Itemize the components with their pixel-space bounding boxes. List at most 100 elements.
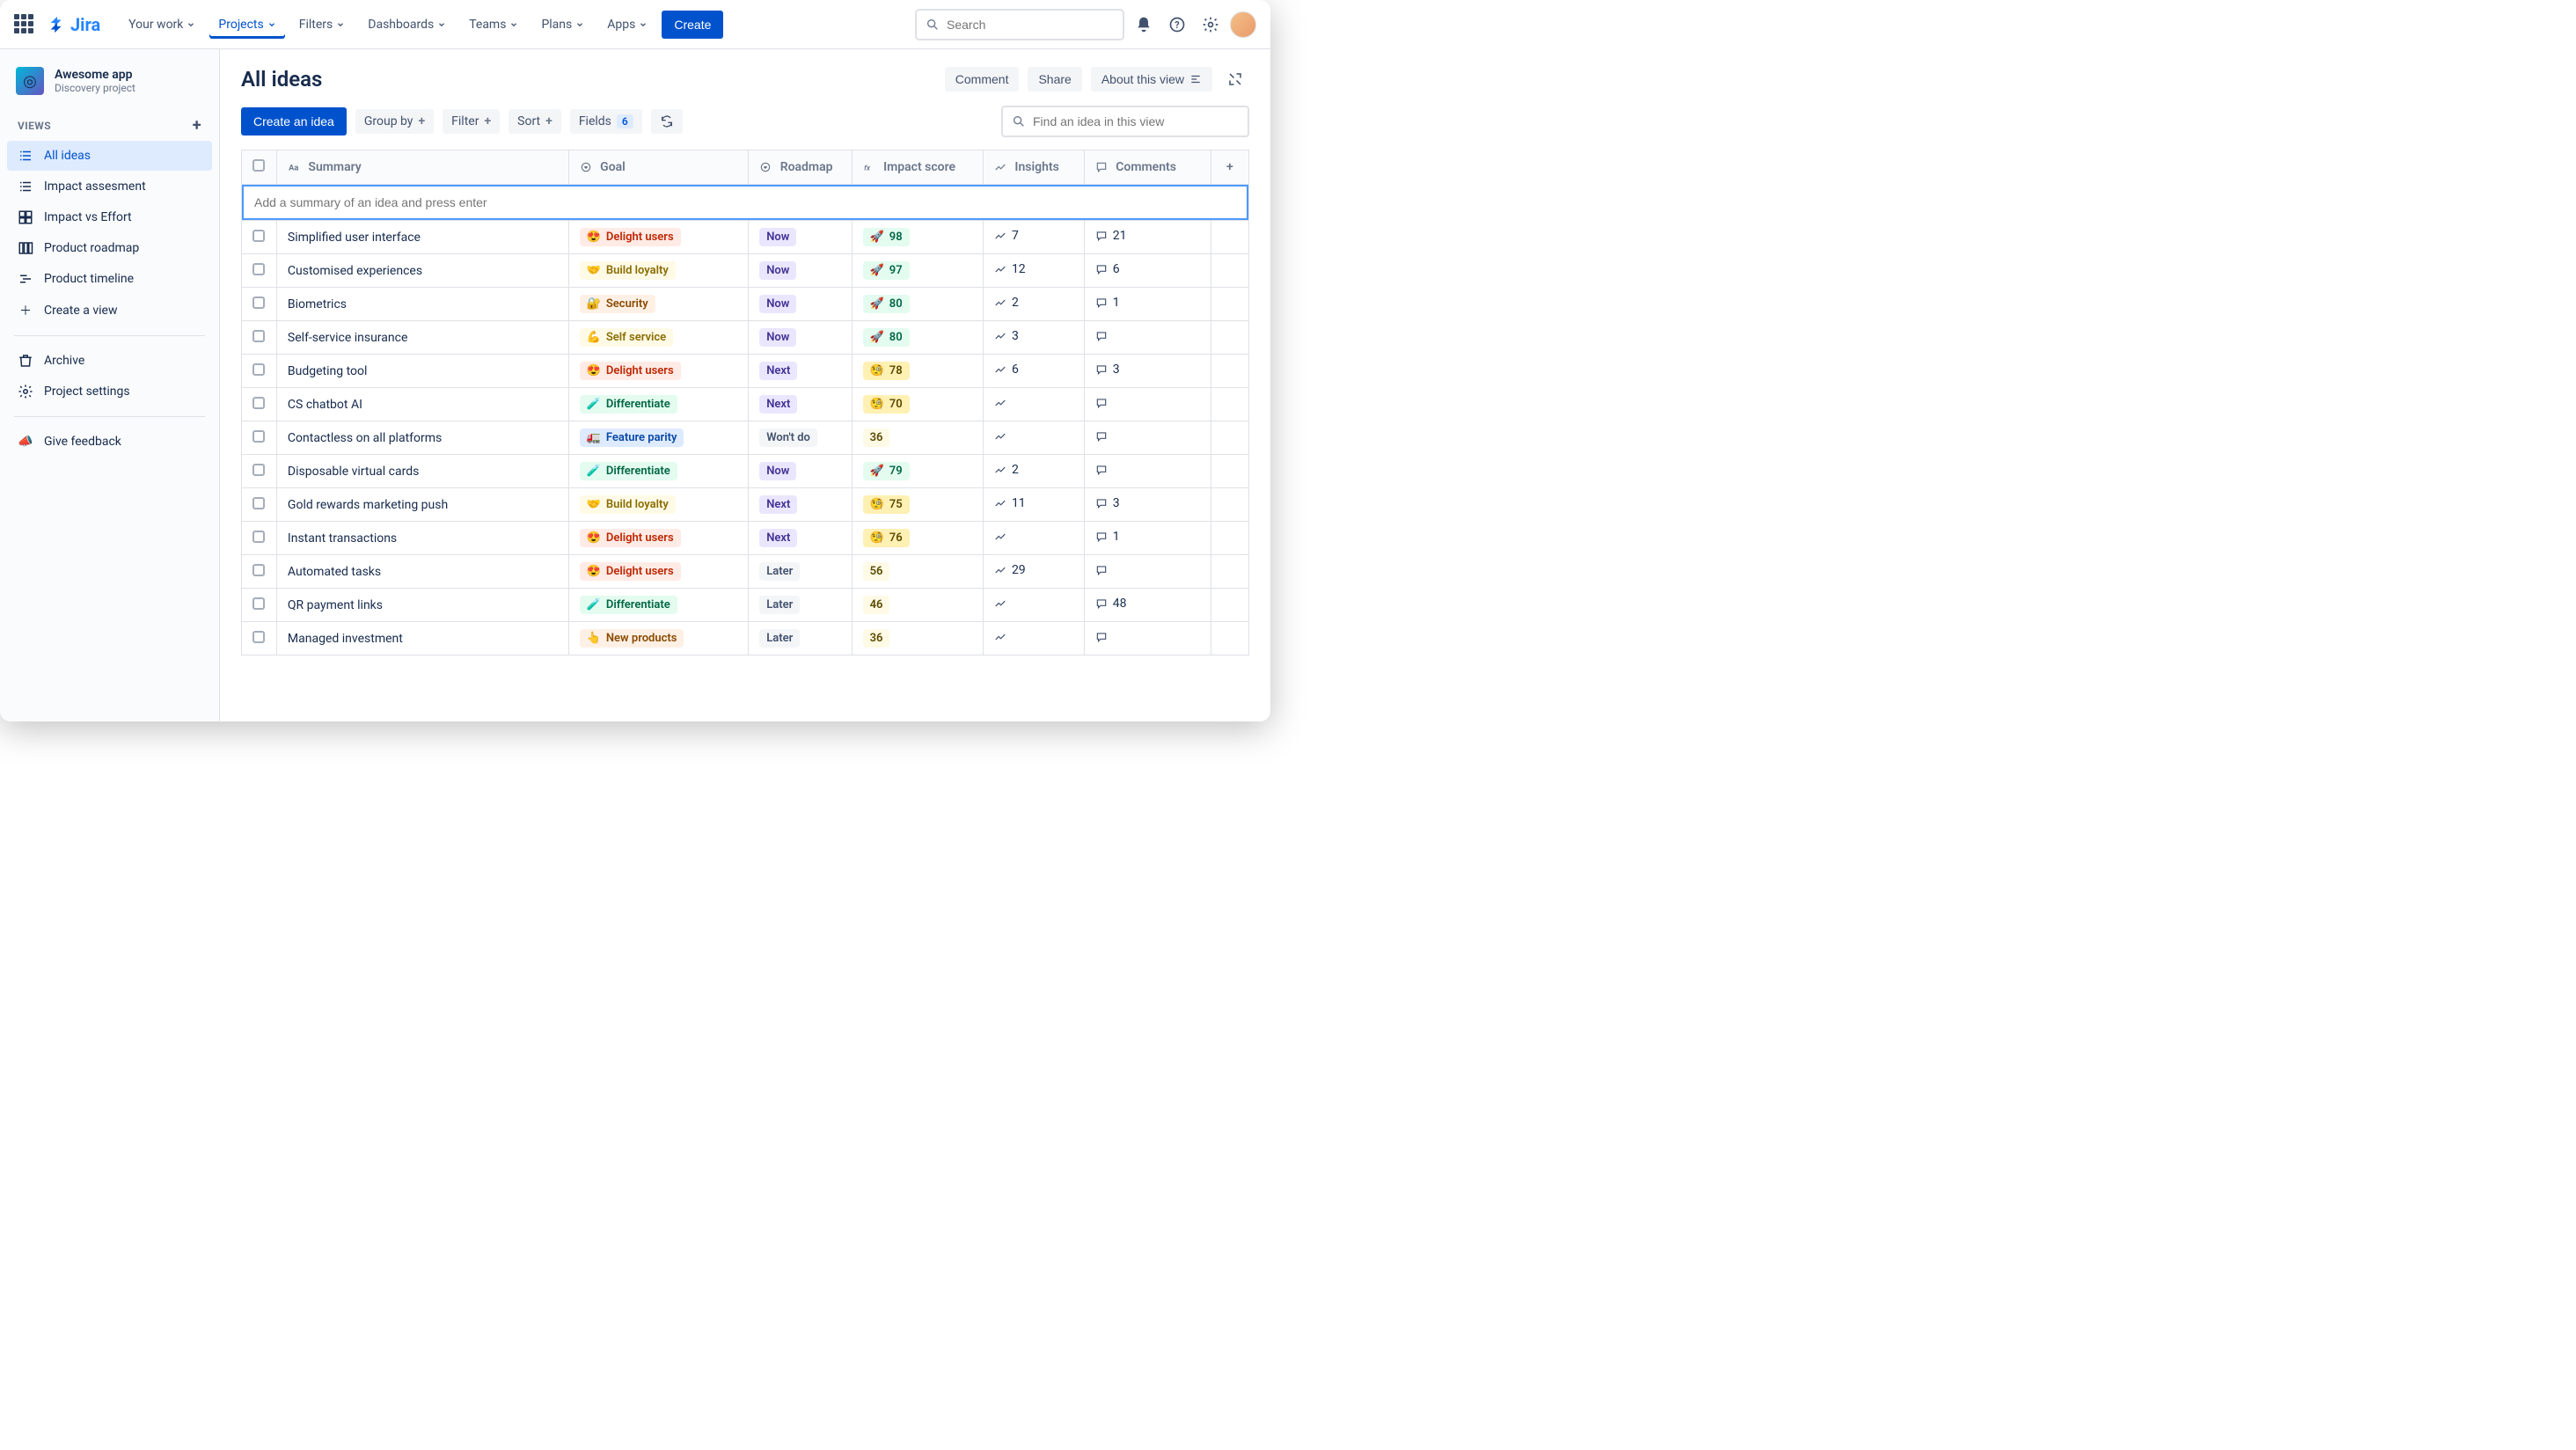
cell-roadmap[interactable]: Later — [749, 622, 852, 655]
global-search[interactable] — [915, 9, 1124, 40]
cell-goal[interactable]: 😍Delight users — [568, 355, 749, 388]
cell-goal[interactable]: 😍Delight users — [568, 522, 749, 555]
sidebar-view-all-ideas[interactable]: All ideas — [7, 141, 212, 171]
sidebar-archive[interactable]: Archive — [7, 346, 212, 376]
cell-summary[interactable]: Managed investment — [276, 622, 568, 655]
find-in-view-input[interactable] — [1033, 114, 1239, 128]
cell-summary[interactable]: Instant transactions — [276, 522, 568, 555]
find-in-view[interactable] — [1001, 106, 1249, 137]
cell-comments[interactable]: 48 — [1084, 589, 1211, 622]
help-icon[interactable]: ? — [1163, 11, 1191, 39]
cell-comments[interactable] — [1084, 622, 1211, 655]
cell-impact[interactable]: 🧐78 — [852, 355, 983, 388]
expand-icon[interactable] — [1221, 65, 1249, 93]
row-checkbox[interactable] — [242, 522, 277, 555]
cell-roadmap[interactable]: Now — [749, 288, 852, 321]
settings-icon[interactable] — [1197, 11, 1225, 39]
table-row[interactable]: Customised experiences 🤝Build loyalty No… — [242, 254, 1249, 288]
cell-summary[interactable]: Disposable virtual cards — [276, 455, 568, 488]
table-row[interactable]: Simplified user interface 😍Delight users… — [242, 221, 1249, 254]
table-row[interactable]: Self-service insurance 💪Self service Now… — [242, 321, 1249, 355]
cell-goal[interactable]: 😍Delight users — [568, 555, 749, 589]
refresh-chip[interactable] — [651, 109, 683, 134]
row-checkbox[interactable] — [242, 589, 277, 622]
cell-summary[interactable]: CS chatbot AI — [276, 388, 568, 421]
group-by-chip[interactable]: Group by+ — [355, 109, 434, 134]
nav-filters[interactable]: Filters — [290, 11, 355, 39]
cell-insights[interactable]: 7 — [983, 221, 1084, 254]
cell-insights[interactable] — [983, 388, 1084, 421]
row-checkbox[interactable] — [242, 254, 277, 288]
cell-impact[interactable]: 🧐76 — [852, 522, 983, 555]
user-avatar[interactable] — [1230, 11, 1256, 38]
table-row[interactable]: Budgeting tool 😍Delight users Next 🧐78 6… — [242, 355, 1249, 388]
col-checkbox[interactable] — [242, 150, 277, 185]
comment-button[interactable]: Comment — [945, 67, 1020, 92]
fields-chip[interactable]: Fields6 — [570, 109, 642, 134]
cell-comments[interactable]: 21 — [1084, 221, 1211, 254]
cell-impact[interactable]: 🧐70 — [852, 388, 983, 421]
share-button[interactable]: Share — [1028, 67, 1081, 92]
jira-logo[interactable]: Jira — [48, 14, 100, 35]
cell-summary[interactable]: Self-service insurance — [276, 321, 568, 355]
nav-plans[interactable]: Plans — [532, 11, 593, 39]
cell-roadmap[interactable]: Later — [749, 589, 852, 622]
col-roadmap[interactable]: Roadmap — [749, 150, 852, 185]
cell-insights[interactable]: 6 — [983, 355, 1084, 388]
cell-insights[interactable]: 3 — [983, 321, 1084, 355]
create-button[interactable]: Create — [662, 11, 723, 39]
cell-insights[interactable]: 12 — [983, 254, 1084, 288]
sidebar-project-settings[interactable]: Project settings — [7, 377, 212, 406]
cell-goal[interactable]: 🤝Build loyalty — [568, 254, 749, 288]
cell-summary[interactable]: Automated tasks — [276, 555, 568, 589]
cell-summary[interactable]: Simplified user interface — [276, 221, 568, 254]
cell-impact[interactable]: 🧐75 — [852, 488, 983, 522]
table-row[interactable]: QR payment links 🧪Differentiate Later 46… — [242, 589, 1249, 622]
col-summary[interactable]: Aa Summary — [276, 150, 568, 185]
cell-comments[interactable]: 3 — [1084, 355, 1211, 388]
new-idea-input[interactable] — [242, 185, 1248, 220]
cell-comments[interactable]: 1 — [1084, 288, 1211, 321]
cell-comments[interactable] — [1084, 555, 1211, 589]
table-row[interactable]: Automated tasks 😍Delight users Later 56 … — [242, 555, 1249, 589]
create-view-button[interactable]: ＋ Create a view — [7, 296, 212, 326]
cell-insights[interactable]: 2 — [983, 455, 1084, 488]
notifications-icon[interactable] — [1130, 11, 1158, 39]
table-row[interactable]: Gold rewards marketing push 🤝Build loyal… — [242, 488, 1249, 522]
cell-roadmap[interactable]: Next — [749, 488, 852, 522]
cell-roadmap[interactable]: Next — [749, 355, 852, 388]
cell-impact[interactable]: 46 — [852, 589, 983, 622]
cell-summary[interactable]: Customised experiences — [276, 254, 568, 288]
table-row[interactable]: Contactless on all platforms 🚛Feature pa… — [242, 421, 1249, 455]
cell-impact[interactable]: 🚀80 — [852, 288, 983, 321]
table-row[interactable]: CS chatbot AI 🧪Differentiate Next 🧐70 — [242, 388, 1249, 421]
cell-comments[interactable]: 1 — [1084, 522, 1211, 555]
cell-roadmap[interactable]: Next — [749, 522, 852, 555]
col-insights[interactable]: Insights — [983, 150, 1084, 185]
cell-insights[interactable] — [983, 421, 1084, 455]
cell-summary[interactable]: Biometrics — [276, 288, 568, 321]
nav-apps[interactable]: Apps — [598, 11, 656, 39]
nav-your-work[interactable]: Your work — [120, 11, 204, 39]
row-checkbox[interactable] — [242, 555, 277, 589]
cell-goal[interactable]: 💪Self service — [568, 321, 749, 355]
sidebar-view-product-roadmap[interactable]: Product roadmap — [7, 233, 212, 263]
cell-insights[interactable] — [983, 589, 1084, 622]
cell-summary[interactable]: Contactless on all platforms — [276, 421, 568, 455]
cell-insights[interactable]: 11 — [983, 488, 1084, 522]
cell-insights[interactable] — [983, 622, 1084, 655]
table-row[interactable]: Disposable virtual cards 🧪Differentiate … — [242, 455, 1249, 488]
nav-teams[interactable]: Teams — [460, 11, 527, 39]
cell-roadmap[interactable]: Now — [749, 321, 852, 355]
cell-comments[interactable] — [1084, 321, 1211, 355]
cell-goal[interactable]: 🔐Security — [568, 288, 749, 321]
cell-roadmap[interactable]: Next — [749, 388, 852, 421]
cell-comments[interactable] — [1084, 421, 1211, 455]
cell-impact[interactable]: 36 — [852, 421, 983, 455]
new-idea-row[interactable] — [242, 185, 1249, 221]
cell-roadmap[interactable]: Won't do — [749, 421, 852, 455]
cell-impact[interactable]: 36 — [852, 622, 983, 655]
project-header[interactable]: ◎ Awesome app Discovery project — [7, 67, 212, 111]
cell-comments[interactable] — [1084, 455, 1211, 488]
sidebar-view-impact-vs-effort[interactable]: Impact vs Effort — [7, 202, 212, 232]
